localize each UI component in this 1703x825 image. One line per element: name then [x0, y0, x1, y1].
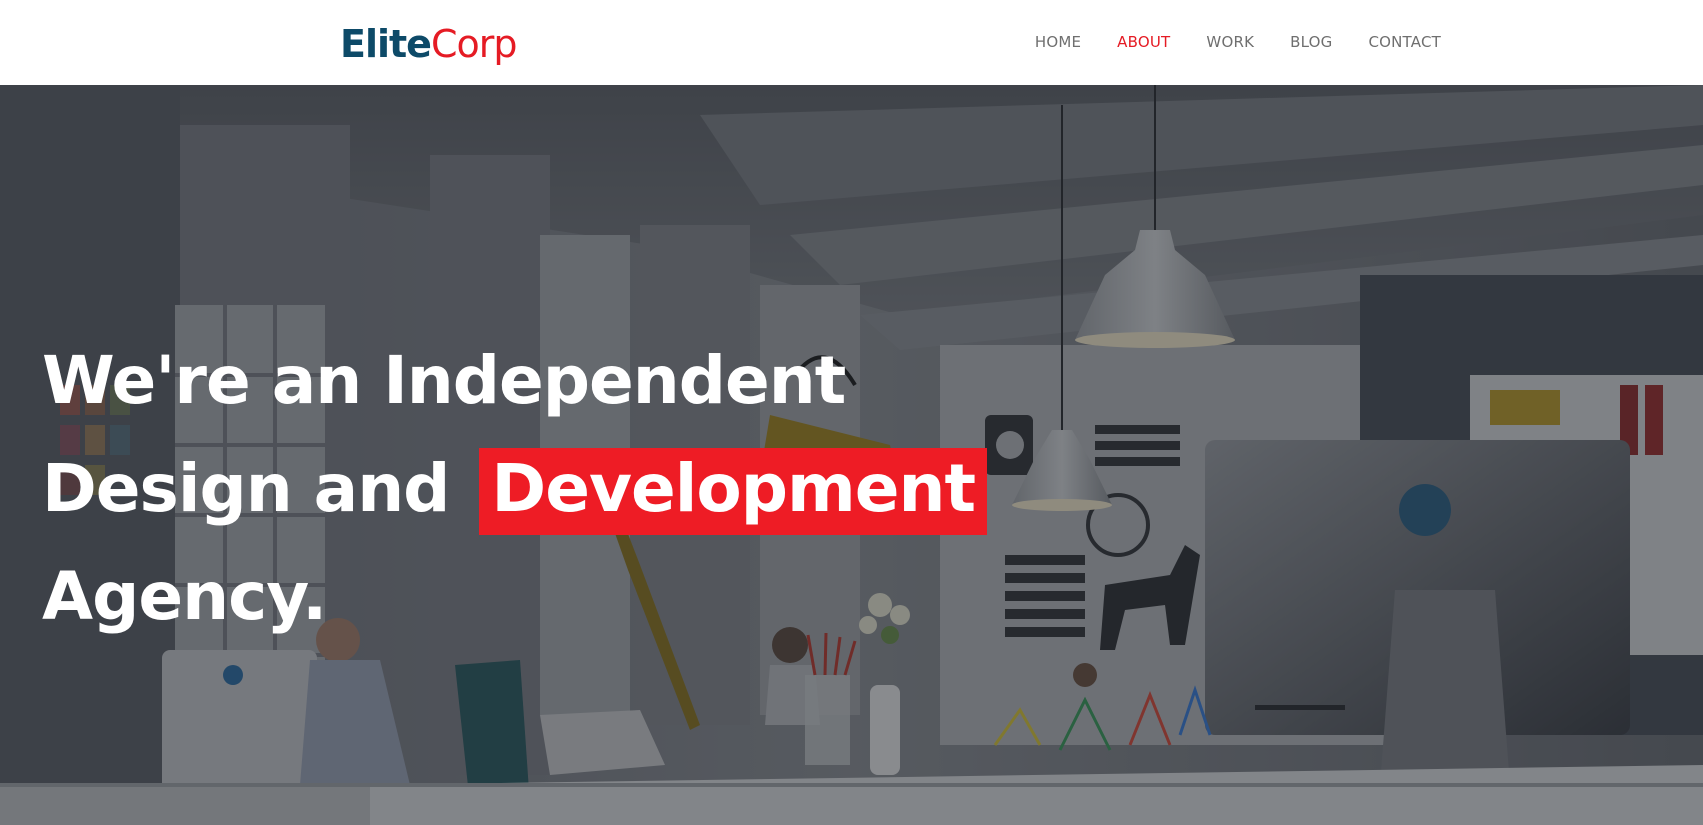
hero-headline-line2: Design and Development: [42, 435, 988, 543]
nav-item-home[interactable]: HOME: [1035, 33, 1081, 51]
hero-section: We're an Independent Design and Developm…: [0, 85, 1703, 825]
nav-item-blog[interactable]: BLOG: [1290, 33, 1332, 51]
nav-item-contact[interactable]: CONTACT: [1368, 33, 1441, 51]
hero-headline: We're an Independent Design and Developm…: [42, 327, 988, 651]
logo-text-elite: Elite: [340, 22, 432, 66]
site-logo[interactable]: EliteCorp: [340, 20, 518, 68]
nav-item-work[interactable]: WORK: [1206, 33, 1254, 51]
main-nav: HOME ABOUT WORK BLOG CONTACT: [1035, 33, 1441, 51]
site-header: EliteCorp HOME ABOUT WORK BLOG CONTACT: [0, 0, 1703, 85]
hero-headline-line1: We're an Independent: [42, 342, 846, 419]
nav-item-about[interactable]: ABOUT: [1117, 33, 1170, 51]
hero-highlight-word: Development: [479, 448, 988, 535]
hero-headline-line2-prefix: Design and: [42, 450, 450, 527]
hero-headline-line3: Agency.: [42, 558, 327, 635]
logo-text-corp: Corp: [430, 22, 518, 66]
